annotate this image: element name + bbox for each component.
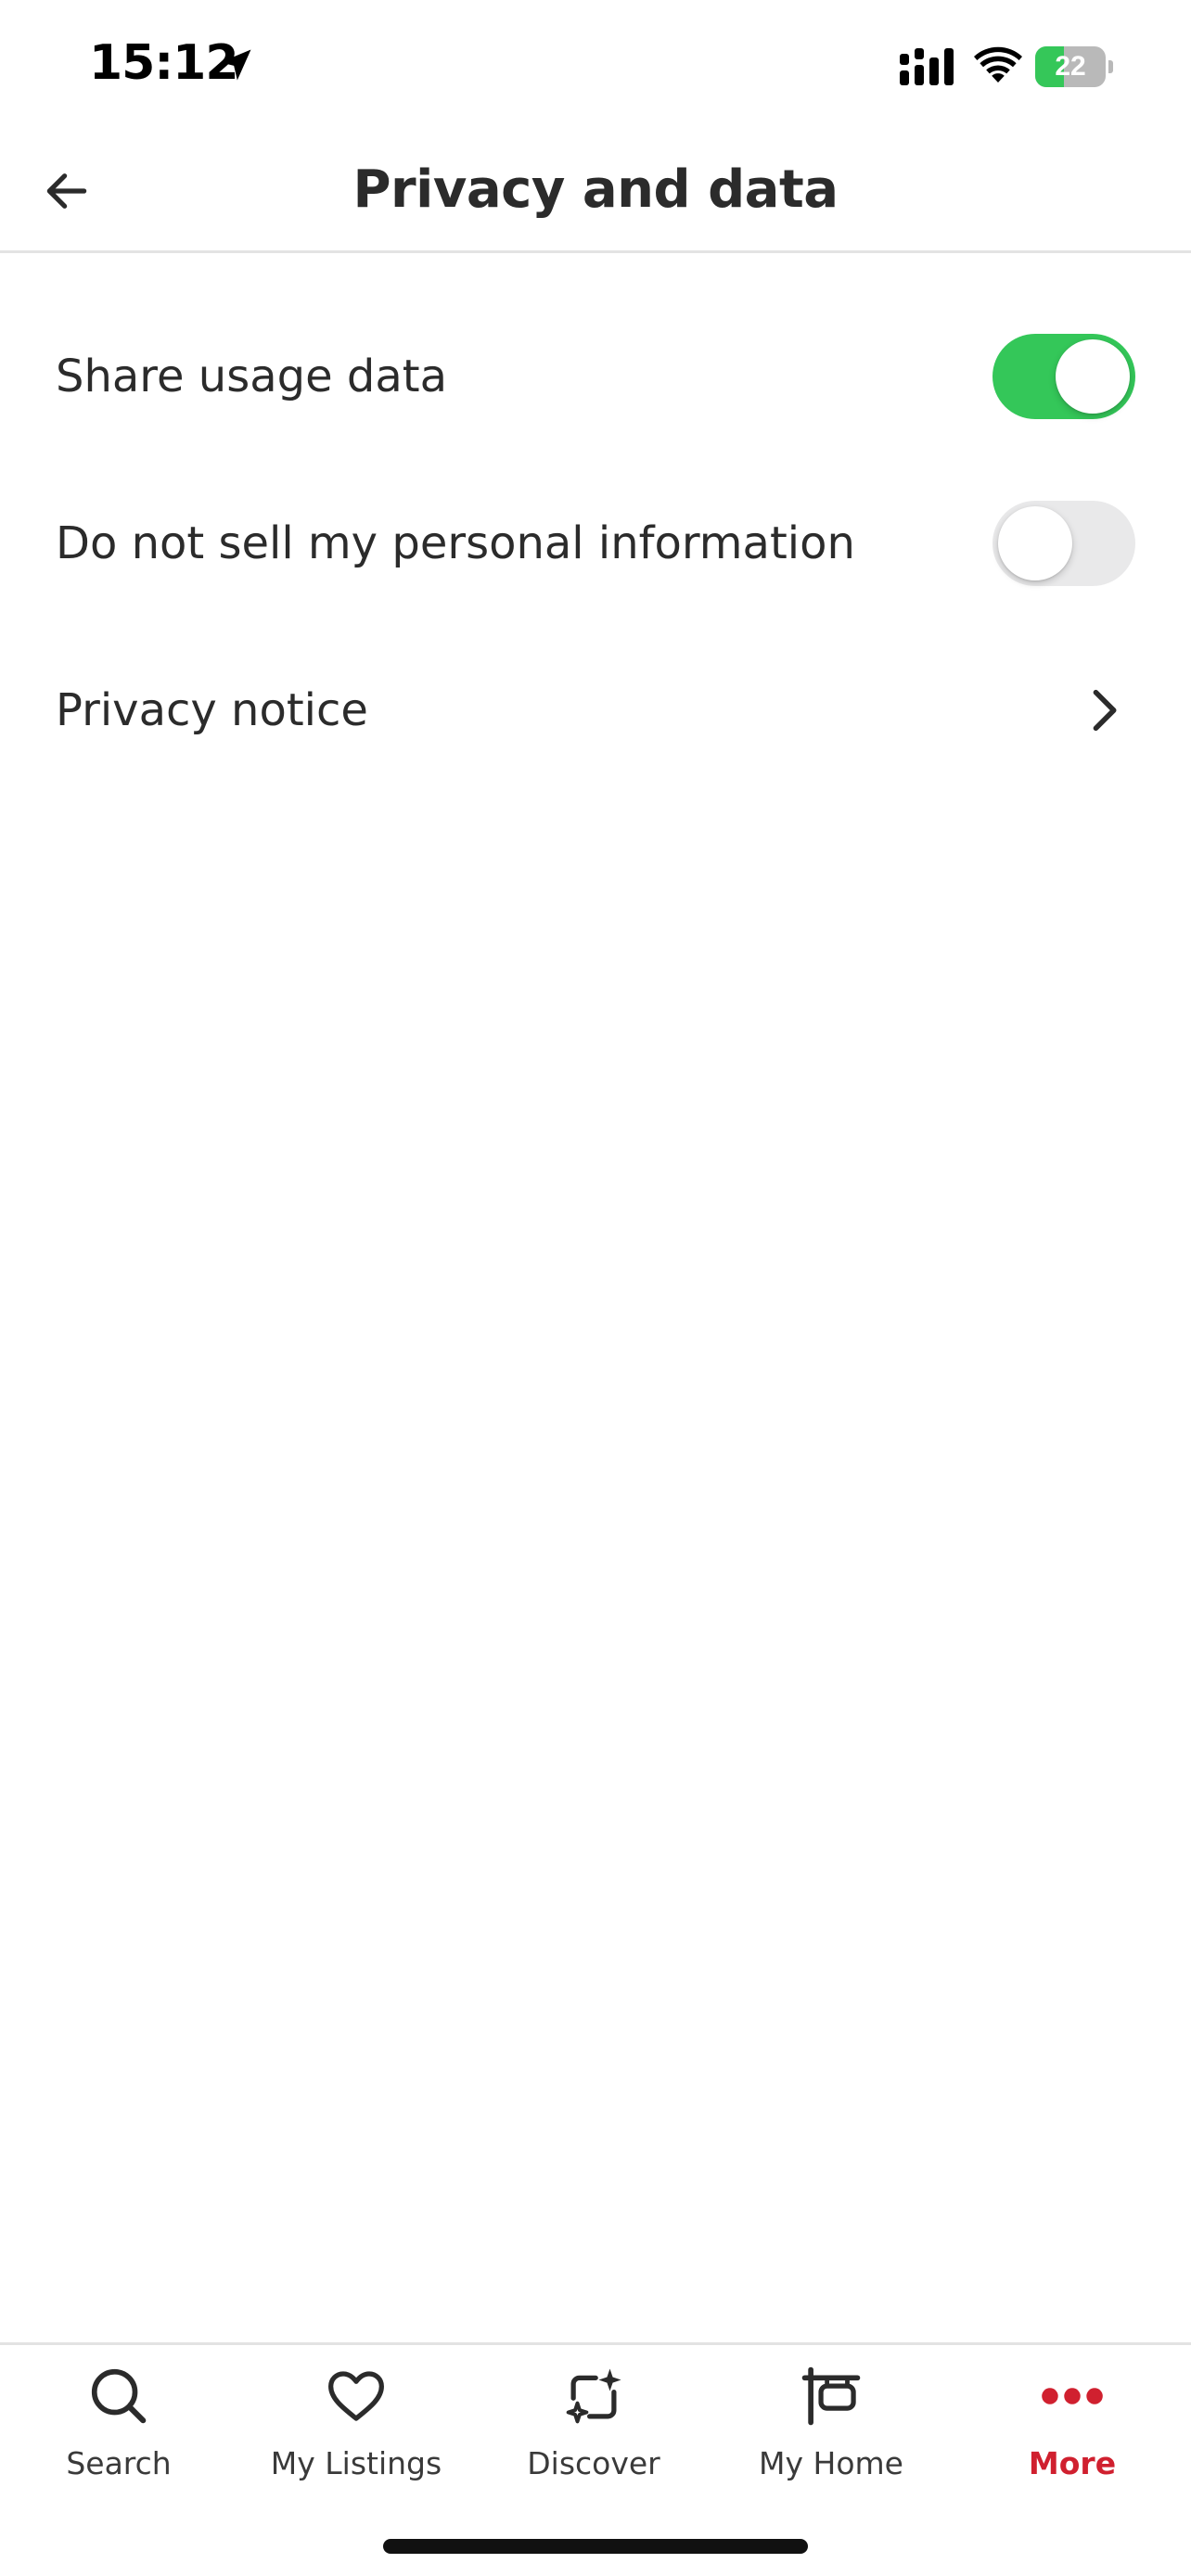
chevron-right-icon (1093, 689, 1117, 732)
tab-label: My Home (759, 2445, 903, 2481)
toggle-knob (998, 506, 1072, 580)
nav-header: Privacy and data (0, 130, 1191, 253)
privacy-and-data-screen: 15:12 22 Privacy and data Share usage da… (0, 0, 1191, 2576)
privacy-notice-row[interactable]: Privacy notice (0, 627, 1191, 794)
tab-more[interactable]: More (954, 2345, 1191, 2503)
home-sign-icon (801, 2366, 861, 2426)
search-icon (91, 2368, 147, 2424)
wifi-icon (974, 46, 1022, 83)
more-dots-icon (1042, 2388, 1103, 2404)
battery-level: 22 (1055, 51, 1086, 82)
tab-my-home[interactable]: My Home (712, 2345, 950, 2503)
home-indicator (383, 2539, 808, 2554)
location-arrow-icon (220, 49, 251, 81)
page-title: Privacy and data (352, 159, 839, 220)
tab-label: Search (66, 2445, 172, 2481)
battery-indicator: 22 (1035, 46, 1113, 87)
do-not-sell-toggle[interactable] (992, 501, 1135, 586)
tab-label: More (1028, 2445, 1117, 2481)
settings-list: Share usage data Do not sell my personal… (0, 293, 1191, 794)
setting-label: Privacy notice (56, 684, 368, 736)
tab-label: My Listings (270, 2445, 442, 2481)
setting-label: Do not sell my personal information (56, 517, 855, 569)
tab-discover[interactable]: Discover (475, 2345, 712, 2503)
heart-icon (328, 2371, 384, 2421)
status-bar: 15:12 22 (0, 0, 1191, 130)
setting-label: Share usage data (56, 351, 447, 402)
toggle-knob (1056, 339, 1130, 414)
share-usage-data-toggle[interactable] (992, 334, 1135, 419)
setting-row-do-not-sell: Do not sell my personal information (0, 460, 1191, 627)
cell-signal-icon (900, 48, 954, 85)
tab-label: Discover (527, 2445, 660, 2481)
tab-search[interactable]: Search (0, 2345, 237, 2503)
setting-row-share-usage-data: Share usage data (0, 293, 1191, 460)
discover-sparkle-icon (566, 2368, 621, 2424)
tab-my-listings[interactable]: My Listings (237, 2345, 475, 2503)
